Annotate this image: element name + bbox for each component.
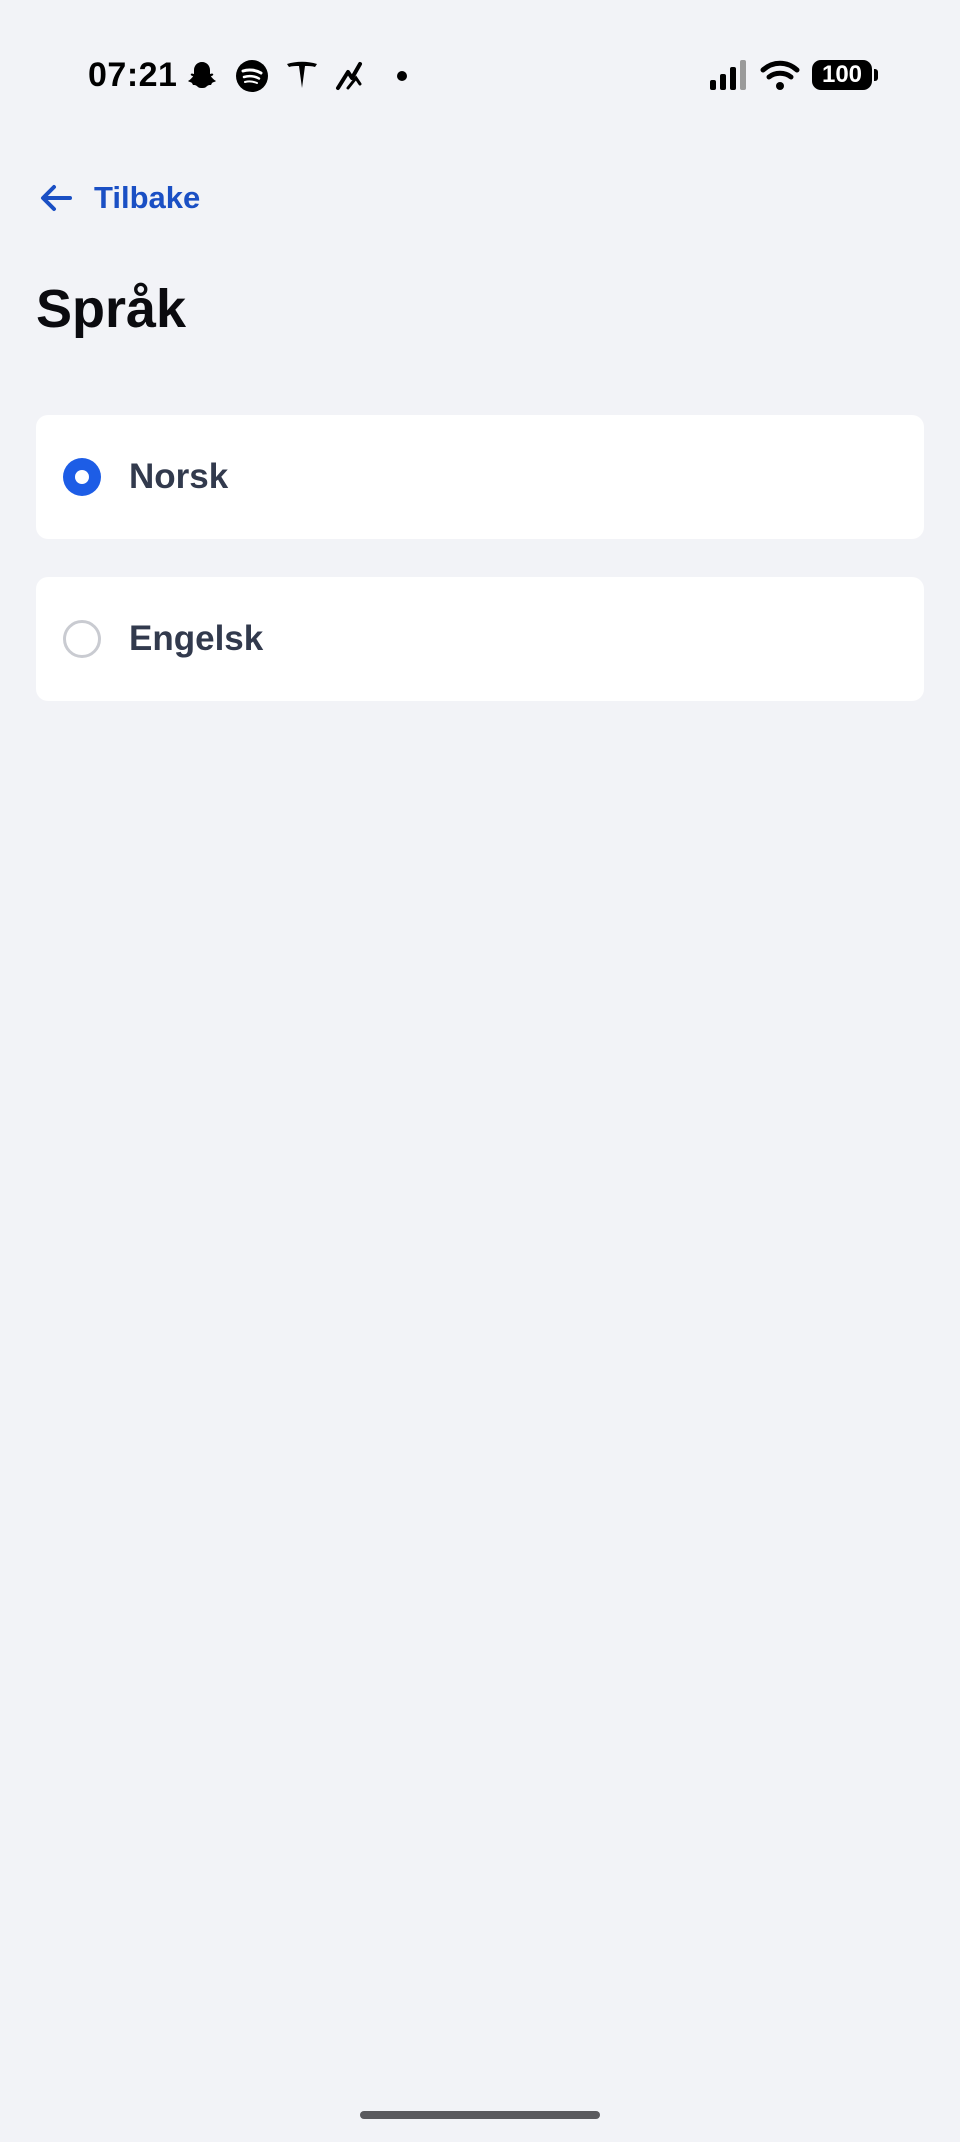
- language-option-label: Engelsk: [129, 619, 264, 658]
- back-label: Tilbake: [94, 180, 201, 215]
- home-indicator[interactable]: [360, 2111, 600, 2119]
- arrow-left-icon: [41, 185, 72, 211]
- wifi-icon: [760, 60, 800, 90]
- status-time: 07:21: [88, 56, 178, 94]
- strava-icon: [336, 62, 362, 90]
- radio-unselected-icon[interactable]: [63, 620, 101, 658]
- cellular-signal-icon: [710, 60, 746, 90]
- language-option-norsk[interactable]: Norsk: [36, 415, 924, 539]
- back-button[interactable]: Tilbake: [36, 172, 200, 224]
- page-title: Språk: [36, 279, 187, 339]
- battery-indicator: 100: [812, 60, 872, 90]
- battery-tip: [874, 69, 878, 81]
- status-bar: 07:21 100: [0, 0, 960, 150]
- spotify-icon: [236, 60, 268, 92]
- tesla-icon: [287, 61, 317, 88]
- language-option-label: Norsk: [129, 457, 229, 496]
- radio-selected-icon[interactable]: [63, 458, 101, 496]
- language-option-engelsk[interactable]: Engelsk: [36, 577, 924, 701]
- more-dot-icon: [397, 71, 407, 81]
- snapchat-icon: [188, 62, 216, 88]
